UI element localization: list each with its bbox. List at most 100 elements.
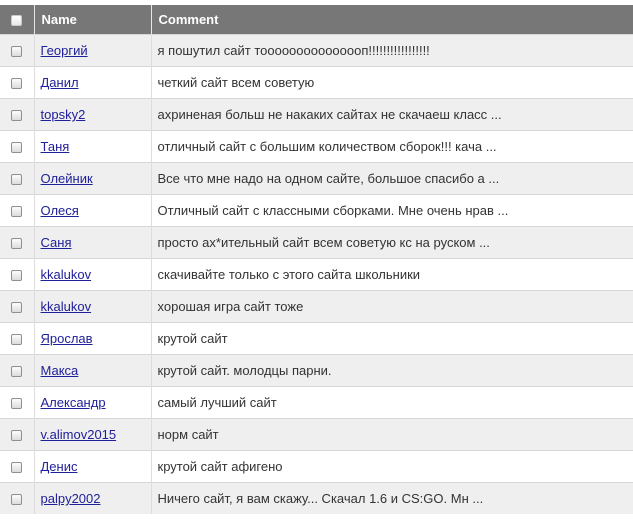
- row-checkbox[interactable]: [11, 174, 23, 186]
- table-row: Олейник Все что мне надо на одном сайте, …: [0, 162, 633, 195]
- comment-text: крутой сайт: [157, 331, 228, 346]
- user-name-link[interactable]: kkalukov: [41, 267, 92, 282]
- table-row: kkalukov скачивайте только с этого сайта …: [0, 258, 633, 291]
- user-name-link[interactable]: Денис: [41, 459, 78, 474]
- user-name-link[interactable]: Макса: [41, 363, 79, 378]
- row-checkbox[interactable]: [11, 462, 23, 474]
- row-name-cell: kkalukov: [34, 258, 152, 291]
- user-name-link[interactable]: topsky2: [41, 107, 86, 122]
- row-select-cell: [0, 290, 35, 323]
- row-checkbox[interactable]: [11, 238, 23, 250]
- comment-text: я пошутил сайт тооооооооооооооп!!!!!!!!!…: [157, 43, 430, 58]
- row-name-cell: Данил: [34, 66, 152, 99]
- table-header-row: Name Comment: [0, 5, 633, 35]
- row-select-cell: [0, 418, 35, 451]
- comment-text: хорошая игра сайт тоже: [157, 299, 304, 314]
- row-checkbox[interactable]: [11, 142, 23, 154]
- row-comment-cell: просто ах*ительный сайт всем советую кс …: [151, 226, 633, 259]
- row-name-cell: Александр: [34, 386, 152, 419]
- row-select-cell: [0, 66, 35, 99]
- user-name-link[interactable]: palpy2002: [41, 491, 101, 506]
- header-name[interactable]: Name: [34, 5, 152, 35]
- user-name-link[interactable]: Олейник: [41, 171, 93, 186]
- row-select-cell: [0, 258, 35, 291]
- row-checkbox[interactable]: [11, 46, 23, 58]
- row-checkbox[interactable]: [11, 302, 23, 314]
- comment-text: норм сайт: [157, 427, 219, 442]
- row-select-cell: [0, 194, 35, 227]
- table-row: Георгий я пошутил сайт тооооооооооооооп!!…: [0, 34, 633, 67]
- comment-text: самый лучший сайт: [157, 395, 277, 410]
- row-select-cell: [0, 482, 35, 514]
- row-comment-cell: самый лучший сайт: [151, 386, 633, 419]
- comment-text: Все что мне надо на одном сайте, большое…: [157, 171, 500, 186]
- user-name-link[interactable]: Таня: [41, 139, 70, 154]
- row-name-cell: kkalukov: [34, 290, 152, 323]
- row-select-cell: [0, 354, 35, 387]
- row-select-cell: [0, 450, 35, 483]
- row-checkbox[interactable]: [11, 110, 23, 122]
- comment-text: ахриненая больш не накаких сайтах не ска…: [157, 107, 502, 122]
- row-checkbox[interactable]: [11, 494, 23, 506]
- comments-table-container: Name Comment Георгий я пошутил сайт тоооо…: [0, 5, 633, 514]
- user-name-link[interactable]: Саня: [41, 235, 72, 250]
- row-checkbox[interactable]: [11, 270, 23, 282]
- user-name-link[interactable]: v.alimov2015: [41, 427, 117, 442]
- row-comment-cell: крутой сайт. молодцы парни.: [151, 354, 633, 387]
- row-name-cell: Таня: [34, 130, 152, 163]
- table-row: Александр самый лучший сайт: [0, 386, 633, 419]
- row-checkbox[interactable]: [11, 398, 23, 410]
- row-comment-cell: хорошая игра сайт тоже: [151, 290, 633, 323]
- table-row: topsky2 ахриненая больш не накаких сайтах…: [0, 98, 633, 131]
- row-checkbox[interactable]: [11, 78, 23, 90]
- comment-text: скачивайте только с этого сайта школьник…: [157, 267, 421, 282]
- comment-text: Ничего сайт, я вам скажу... Скачал 1.6 и…: [157, 491, 484, 506]
- user-name-link[interactable]: Данил: [41, 75, 79, 90]
- row-comment-cell: скачивайте только с этого сайта школьник…: [151, 258, 633, 291]
- table-row: kkalukov хорошая игра сайт тоже: [0, 290, 633, 323]
- user-name-link[interactable]: Ярослав: [41, 331, 93, 346]
- row-select-cell: [0, 322, 35, 355]
- row-checkbox[interactable]: [11, 334, 23, 346]
- row-name-cell: topsky2: [34, 98, 152, 131]
- row-checkbox[interactable]: [11, 430, 23, 442]
- table-row: Ярослав крутой сайт: [0, 322, 633, 355]
- table-row: Денис крутой сайт афигено: [0, 450, 633, 483]
- row-select-cell: [0, 98, 35, 131]
- user-name-link[interactable]: Александр: [41, 395, 106, 410]
- row-name-cell: Ярослав: [34, 322, 152, 355]
- row-comment-cell: норм сайт: [151, 418, 633, 451]
- table-row: Таня отличный сайт с большим количеством …: [0, 130, 633, 163]
- row-select-cell: [0, 226, 35, 259]
- row-select-cell: [0, 386, 35, 419]
- row-name-cell: Денис: [34, 450, 152, 483]
- row-comment-cell: крутой сайт: [151, 322, 633, 355]
- row-name-cell: Олейник: [34, 162, 152, 195]
- header-comment[interactable]: Comment: [151, 5, 633, 35]
- table-row: Макса крутой сайт. молодцы парни.: [0, 354, 633, 387]
- table-row: Олеся Отличный сайт с классными сборками.…: [0, 194, 633, 227]
- row-name-cell: v.alimov2015: [34, 418, 152, 451]
- row-checkbox[interactable]: [11, 206, 23, 218]
- row-checkbox[interactable]: [11, 366, 23, 378]
- comment-text: крутой сайт афигено: [157, 459, 283, 474]
- row-comment-cell: Все что мне надо на одном сайте, большое…: [151, 162, 633, 195]
- row-name-cell: palpy2002: [34, 482, 152, 514]
- row-name-cell: Саня: [34, 226, 152, 259]
- user-name-link[interactable]: Георгий: [41, 43, 88, 58]
- row-name-cell: Макса: [34, 354, 152, 387]
- comments-table: Name Comment Георгий я пошутил сайт тоооо…: [0, 5, 633, 514]
- row-comment-cell: крутой сайт афигено: [151, 450, 633, 483]
- row-comment-cell: отличный сайт с большим количеством сбор…: [151, 130, 633, 163]
- table-row: palpy2002 Ничего сайт, я вам скажу... Ска…: [0, 482, 633, 514]
- user-name-link[interactable]: Олеся: [41, 203, 79, 218]
- select-all-checkbox[interactable]: [11, 15, 23, 27]
- comment-text: просто ах*ительный сайт всем советую кс …: [157, 235, 490, 250]
- row-select-cell: [0, 162, 35, 195]
- row-comment-cell: Отличный сайт с классными сборками. Мне …: [151, 194, 633, 227]
- user-name-link[interactable]: kkalukov: [41, 299, 92, 314]
- table-row: v.alimov2015 норм сайт: [0, 418, 633, 451]
- comment-text: четкий сайт всем советую: [157, 75, 315, 90]
- comment-text: крутой сайт. молодцы парни.: [157, 363, 332, 378]
- row-select-cell: [0, 34, 35, 67]
